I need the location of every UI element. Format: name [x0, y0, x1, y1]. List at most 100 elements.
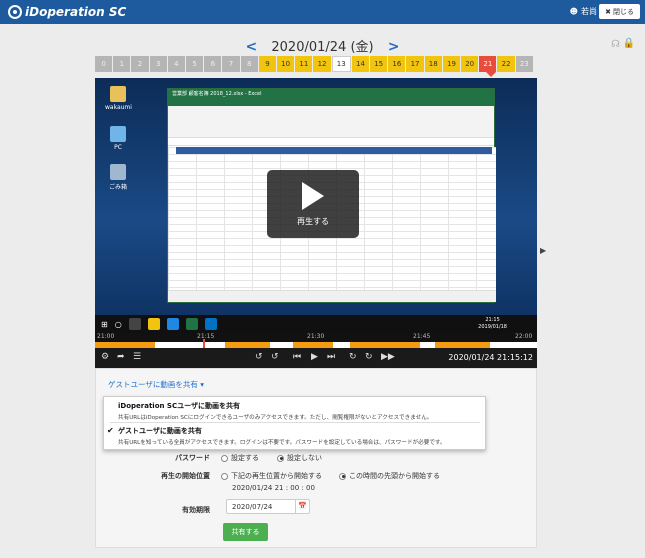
start-option-from-position[interactable]: 下記の再生位置から開始する [221, 471, 322, 481]
hour-cell-6: 6 [204, 56, 222, 72]
excel-title: 営業部 顧客名簿 2018_12.xlsx - Excel [168, 89, 494, 98]
password-label: パスワード [175, 454, 210, 462]
radio-selected-icon [277, 454, 284, 462]
timeline-label: 21:45 [413, 333, 431, 340]
hour-cell-13[interactable]: 13 [331, 56, 351, 72]
excel-tabs [168, 98, 494, 106]
play-overlay-button[interactable]: 再生する [267, 170, 359, 238]
list-icon[interactable]: ☰ [133, 352, 141, 362]
outlook-icon [204, 318, 217, 330]
logo-mark-icon [8, 5, 22, 19]
timeline-label: 21:00 [97, 333, 115, 340]
password-option-unset[interactable]: 設定しない [277, 453, 322, 463]
close-label: 閉じる [613, 7, 634, 16]
close-button[interactable]: ✖ 閉じる [599, 4, 640, 19]
app-header: iDoperation SC [0, 0, 645, 24]
hour-cell-21[interactable]: 21 [479, 56, 497, 72]
timeline-label: 21:15 [197, 333, 215, 340]
hour-cell-20[interactable]: 20 [461, 56, 479, 72]
menu-divider [110, 422, 480, 423]
hour-cell-1: 1 [113, 56, 131, 72]
radio-label: 設定しない [287, 454, 322, 462]
hour-cell-4: 4 [167, 56, 186, 72]
hour-cell-5: 5 [186, 56, 204, 72]
desktop-icon-label: PC [114, 144, 122, 151]
share-icon[interactable]: ☊ [611, 39, 620, 50]
check-icon: ✔ [107, 426, 114, 435]
tray-time: 21:15 [485, 317, 500, 323]
hour-cell-14[interactable]: 14 [351, 56, 370, 72]
hour-cell-2: 2 [131, 56, 149, 72]
hour-cell-19[interactable]: 19 [442, 56, 461, 72]
start-time-input[interactable]: 2020/01/24 21 : 00 : 00 [232, 484, 315, 492]
menu-item-share-users[interactable]: iDoperation SCユーザに動画を共有 共有URLはiDoperatio… [118, 401, 478, 421]
pc-icon [110, 126, 126, 142]
explorer-icon [147, 318, 160, 330]
hour-cell-0: 0 [95, 56, 113, 72]
prev-day-button[interactable]: < [246, 39, 258, 55]
hour-cell-11[interactable]: 11 [295, 56, 313, 72]
menu-item-share-guests[interactable]: ✔ ゲストユーザに動画を共有 共有URLを知っている全員がアクセスできます。ログ… [107, 426, 478, 446]
excel-formula-bar [168, 138, 494, 146]
start-option-from-hour-start[interactable]: この時間の先頭から開始する [339, 471, 440, 481]
hour-cell-7: 7 [222, 56, 240, 72]
player-timestamp: 2020/01/24 21:15:12 [448, 353, 533, 362]
windows-start-icon: ⊞ [101, 319, 108, 329]
hour-cell-17[interactable]: 17 [406, 56, 424, 72]
user-icon: ☻ [569, 7, 578, 16]
task-view-icon [128, 318, 141, 330]
player-controls: ⚙ ➦ ☰ ↺ ↺ ⏮ ▶ ⏭ ↻ ↻ ▶▶ 2020/01/24 21:15:… [95, 348, 537, 368]
video-player[interactable]: wakaumi PC ごみ箱 営業部 顧客名簿 2018_12.xlsx - E… [95, 78, 537, 368]
timeline[interactable]: 21:00 21:15 21:30 21:45 22:00 [95, 333, 537, 349]
radio-label: 設定する [231, 454, 259, 462]
forward-1-icon[interactable]: ↻ [349, 352, 357, 362]
skip-forward-icon[interactable]: ⏭ [327, 352, 335, 362]
excel-header-row [176, 147, 492, 154]
radio-label: この時間の先頭から開始する [349, 472, 440, 480]
hour-cell-18[interactable]: 18 [424, 56, 442, 72]
desktop-icon-label: wakaumi [105, 104, 132, 111]
side-panel-toggle-icon[interactable]: ▶ [540, 246, 546, 255]
close-icon: ✖ [605, 7, 611, 16]
calendar-icon[interactable]: 📅 [295, 500, 309, 513]
hour-cell-23: 23 [515, 56, 533, 72]
user-name: 若尚 [581, 7, 597, 16]
hour-cell-16[interactable]: 16 [388, 56, 406, 72]
settings-icon[interactable]: ⚙ [101, 352, 109, 362]
hour-cell-9[interactable]: 9 [258, 56, 277, 72]
speed-icon[interactable]: ▶▶ [381, 352, 395, 362]
folder-icon [110, 86, 126, 102]
play-icon[interactable]: ▶ [311, 352, 318, 362]
hour-cell-22[interactable]: 22 [497, 56, 515, 72]
hour-cell-8: 8 [240, 56, 258, 72]
desktop-icon-label: ごみ箱 [108, 184, 127, 191]
skip-back-icon[interactable]: ⏮ [293, 352, 301, 362]
forward-2-icon[interactable]: ↻ [365, 352, 373, 362]
logo-text: iDoperation SC [25, 5, 127, 19]
excel-icon [185, 318, 198, 330]
hour-cell-10[interactable]: 10 [277, 56, 295, 72]
hour-cell-15[interactable]: 15 [370, 56, 388, 72]
desktop-icon-pc: PC [105, 126, 131, 151]
share-panel: ゲストユーザに動画を共有 ▾ iDoperation SCユーザに動画を共有 共… [95, 368, 537, 548]
timeline-label: 21:30 [307, 333, 325, 340]
share-arrow-icon[interactable]: ➦ [117, 352, 125, 362]
share-button[interactable]: 共有する [223, 523, 268, 541]
lock-icon[interactable]: 🔒 [623, 38, 635, 49]
share-type-dropdown[interactable]: ゲストユーザに動画を共有 ▾ [108, 379, 204, 390]
selected-hour-marker [486, 72, 496, 77]
next-day-button[interactable]: > [388, 39, 400, 55]
user-menu[interactable]: ☻ 若尚 [570, 6, 597, 17]
hour-cell-12[interactable]: 12 [313, 56, 331, 72]
app-logo[interactable]: iDoperation SC [8, 5, 126, 19]
option-description: 共有URLを知っている全員がアクセスできます。ログインは不要です。パスワードを設… [118, 440, 446, 446]
password-option-set[interactable]: 設定する [221, 453, 259, 463]
recycle-bin-icon [110, 164, 126, 180]
hour-selector: 0 1 2 3 4 5 6 7 8 9 10 11 12 13 14 15 16 17 18 19 20 21 22 23 [95, 56, 533, 72]
rewind-2-icon[interactable]: ↺ [255, 352, 263, 362]
edge-icon [166, 318, 179, 330]
hour-cell-3: 3 [149, 56, 167, 72]
search-icon: ○ [114, 319, 122, 329]
option-title: ゲストユーザに動画を共有 [118, 427, 202, 435]
rewind-1-icon[interactable]: ↺ [271, 352, 279, 362]
